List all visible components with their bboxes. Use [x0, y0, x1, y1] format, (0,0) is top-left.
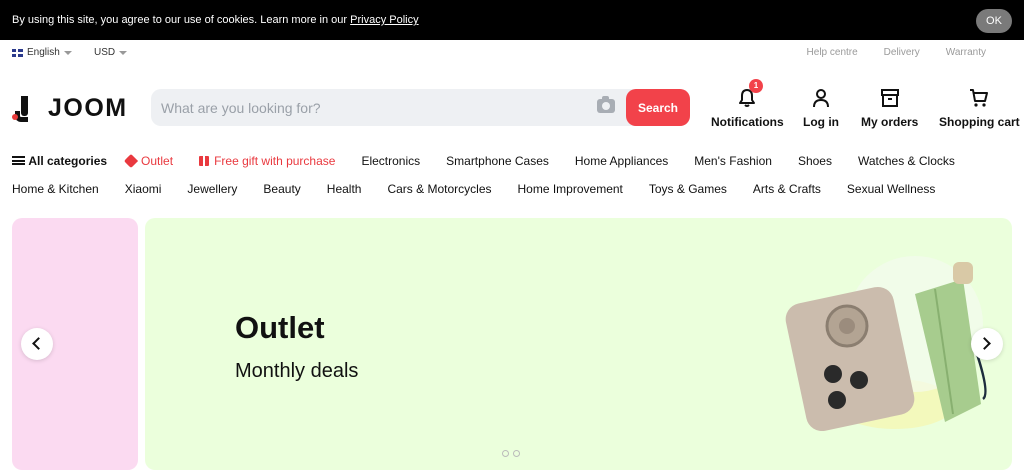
box-icon [880, 89, 899, 107]
chevron-left-icon [32, 337, 45, 350]
currency-label: USD [94, 47, 116, 58]
all-categories-button[interactable]: All categories [12, 154, 107, 168]
notifications-button[interactable]: Notifications [711, 88, 784, 129]
cookie-bar: By using this site, you agree to our use… [0, 0, 1024, 40]
outlet-label: Outlet [141, 154, 174, 168]
banner-subtitle: Monthly deals [235, 360, 359, 382]
delivery-link[interactable]: Delivery [884, 47, 920, 58]
nav-item-sexual-wellness[interactable]: Sexual Wellness [847, 182, 936, 196]
chevron-right-icon [978, 337, 991, 350]
currency-selector[interactable]: USD [94, 47, 128, 58]
notification-count-badge: 1 [749, 79, 763, 93]
nav-item-outlet[interactable]: Outlet [123, 153, 174, 169]
nav-item-beauty[interactable]: Beauty [263, 182, 300, 196]
nav-item-health[interactable]: Health [327, 182, 362, 196]
nav-item-electronics[interactable]: Electronics [361, 154, 420, 168]
nav-item-smartphone-cases[interactable]: Smartphone Cases [446, 154, 549, 168]
cookie-text: By using this site, you agree to our use… [12, 14, 351, 26]
category-nav-secondary: Home & Kitchen Xiaomi Jewellery Beauty H… [12, 180, 935, 198]
joom-logo-icon [12, 95, 32, 122]
utility-links: Help centre Delivery Warranty [807, 47, 986, 58]
utility-bar: English USD Help centre Delivery Warrant… [0, 40, 1024, 66]
camera-icon[interactable] [597, 96, 615, 113]
slide-indicators [502, 450, 520, 457]
banner-title: Outlet [235, 310, 325, 345]
chevron-down-icon [119, 50, 128, 55]
cookie-message: By using this site, you agree to our use… [12, 14, 419, 26]
nav-item-free-gift[interactable]: Free gift with purchase [199, 154, 335, 168]
nav-item-home-appliances[interactable]: Home Appliances [575, 154, 668, 168]
login-button[interactable]: Log in [803, 88, 839, 129]
notifications-label: Notifications [711, 115, 784, 129]
nav-item-arts-crafts[interactable]: Arts & Crafts [753, 182, 821, 196]
uk-flag-icon [12, 48, 23, 57]
search-input[interactable] [161, 89, 581, 126]
user-icon [813, 89, 829, 108]
free-gift-label: Free gift with purchase [214, 154, 336, 168]
nav-item-home-improvement[interactable]: Home Improvement [518, 182, 623, 196]
category-nav-primary: All categories Outlet Free gift with pur… [12, 152, 955, 170]
nav-item-shoes[interactable]: Shoes [798, 154, 832, 168]
promo-banner[interactable]: Outlet Monthly deals [145, 218, 1012, 470]
menu-icon [12, 156, 25, 165]
nav-item-jewellery[interactable]: Jewellery [187, 182, 237, 196]
cart-icon [970, 89, 989, 107]
shopping-cart-label: Shopping cart [939, 115, 1020, 129]
nav-item-cars-motorcycles[interactable]: Cars & Motorcycles [387, 182, 491, 196]
previous-slide-button[interactable] [21, 328, 53, 360]
all-categories-label: All categories [28, 154, 108, 168]
language-selector[interactable]: English [12, 47, 72, 58]
slide-dot[interactable] [502, 450, 509, 457]
privacy-policy-link[interactable]: Privacy Policy [350, 14, 418, 26]
next-slide-button[interactable] [971, 328, 1003, 360]
language-label: English [27, 47, 60, 58]
logo[interactable]: JOOM [12, 94, 128, 123]
my-orders-label: My orders [861, 115, 919, 129]
logo-text: JOOM [48, 94, 128, 122]
login-label: Log in [803, 115, 839, 129]
nav-item-home-kitchen[interactable]: Home & Kitchen [12, 182, 99, 196]
slide-dot[interactable] [513, 450, 520, 457]
warranty-link[interactable]: Warranty [946, 47, 986, 58]
shopping-cart-button[interactable]: Shopping cart [939, 88, 1020, 129]
nav-item-toys-games[interactable]: Toys & Games [649, 182, 727, 196]
my-orders-button[interactable]: My orders [861, 88, 918, 129]
nav-item-watches-clocks[interactable]: Watches & Clocks [858, 154, 955, 168]
cookie-ok-button[interactable]: OK [976, 9, 1012, 33]
gift-icon [199, 156, 210, 166]
tag-icon [123, 153, 139, 169]
search-bar: Search [151, 89, 690, 126]
chevron-down-icon [63, 50, 72, 55]
help-centre-link[interactable]: Help centre [807, 47, 858, 58]
product-image [785, 256, 987, 432]
nav-item-xiaomi[interactable]: Xiaomi [125, 182, 162, 196]
nav-item-mens-fashion[interactable]: Men's Fashion [694, 154, 772, 168]
search-button[interactable]: Search [626, 89, 690, 126]
